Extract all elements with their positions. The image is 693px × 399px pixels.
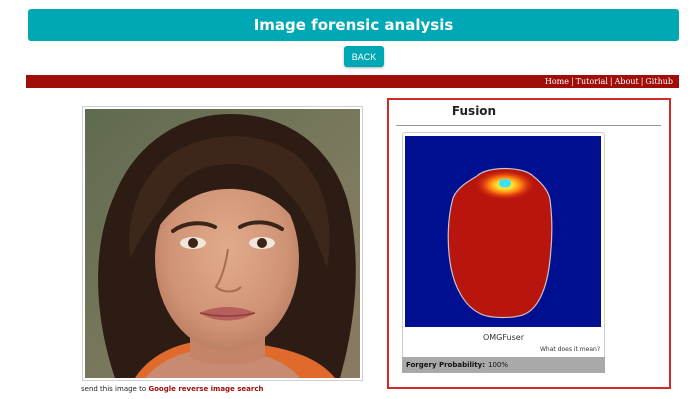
fusion-heading: Fusion bbox=[451, 104, 497, 118]
forgery-probability: Forgery Probability: 100% bbox=[402, 357, 605, 373]
face-photo-image bbox=[85, 109, 360, 378]
page-title: Image forensic analysis bbox=[28, 9, 679, 41]
caption-text: send this image to bbox=[81, 385, 147, 393]
analyzed-photo bbox=[82, 106, 363, 381]
nav-github-link[interactable]: Github bbox=[645, 77, 673, 86]
top-nav: Home | Tutorial | About | Github bbox=[26, 75, 679, 88]
probability-label: Forgery Probability: bbox=[406, 361, 486, 369]
nav-separator: | bbox=[640, 77, 644, 86]
what-does-it-mean-link[interactable]: What does it mean? bbox=[540, 346, 600, 353]
heading-divider bbox=[396, 125, 661, 126]
nav-separator: | bbox=[609, 77, 613, 86]
google-reverse-search-link[interactable]: Google reverse image search bbox=[148, 385, 263, 393]
probability-value: 100% bbox=[488, 361, 509, 369]
back-button[interactable]: BACK bbox=[344, 46, 384, 67]
nav-separator: | bbox=[570, 77, 574, 86]
forgery-heatmap-image bbox=[405, 136, 601, 327]
reverse-search-caption: send this image to Google reverse image … bbox=[81, 385, 263, 393]
nav-about-link[interactable]: About bbox=[615, 77, 639, 86]
nav-tutorial-link[interactable]: Tutorial bbox=[576, 77, 608, 86]
nav-home-link[interactable]: Home bbox=[545, 77, 569, 86]
method-name: OMGFuser bbox=[482, 333, 524, 342]
